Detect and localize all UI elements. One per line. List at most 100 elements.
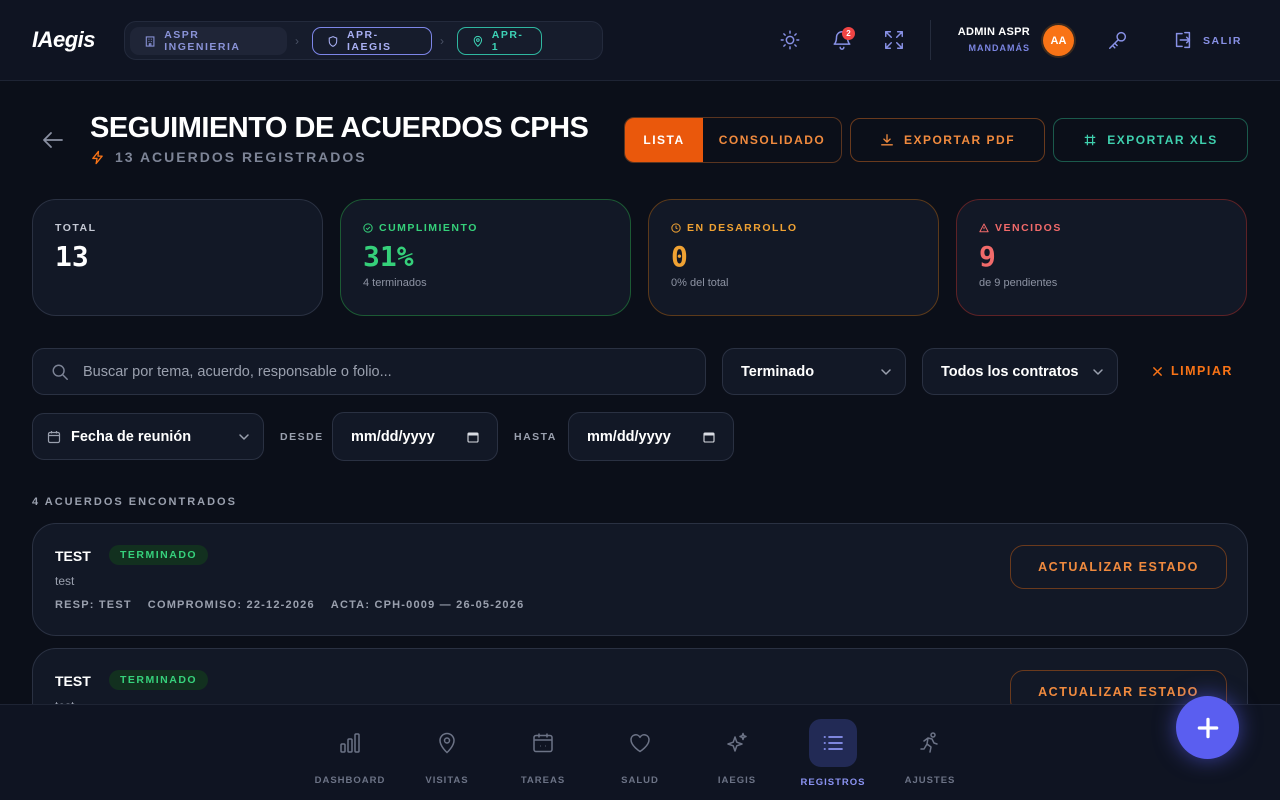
stat-vencidos-label: VENCIDOS xyxy=(995,222,1062,234)
search-icon xyxy=(52,364,68,380)
stat-cumplimiento-value: 31% xyxy=(363,240,414,273)
logout-button[interactable]: SALIR xyxy=(1203,35,1242,47)
chevron-down-icon xyxy=(239,433,249,440)
stat-card-desarrollo: EN DESARROLLO 0 0% del total xyxy=(648,199,939,316)
logout-icon-button[interactable] xyxy=(1172,29,1194,51)
contract-filter-select[interactable]: Todos los contratos xyxy=(922,348,1118,395)
top-bar: IAegis ASPR INGENIERIA › APR-IAEGIS › AP… xyxy=(0,0,1280,81)
breadcrumb-site-label: APR-1 xyxy=(491,29,524,53)
chevron-right-icon: › xyxy=(440,34,444,48)
heart-icon xyxy=(630,734,650,753)
contract-filter-value: Todos los contratos xyxy=(941,363,1079,380)
logout-icon xyxy=(1175,31,1191,49)
date-to-label: HASTA xyxy=(514,431,557,443)
app-logo[interactable]: IAegis xyxy=(32,27,96,53)
list-item: TEST TERMINADO test RESP: TEST COMPROMIS… xyxy=(32,523,1248,636)
item-minutes: ACTA: CPH-0009 — 26-05-2026 xyxy=(330,599,525,611)
status-filter-select[interactable]: Terminado xyxy=(722,348,906,395)
item-responsible: RESP: TEST xyxy=(55,599,132,611)
page-subtitle: 13 ACUERDOS REGISTRADOS xyxy=(90,149,367,165)
date-from-label: DESDE xyxy=(280,431,324,443)
stat-total-label: TOTAL xyxy=(55,222,97,234)
export-pdf-button[interactable]: EXPORTAR PDF xyxy=(850,118,1045,162)
nav-label-dashboard: DASHBOARD xyxy=(314,775,386,786)
breadcrumb-project[interactable]: APR-IAEGIS xyxy=(312,27,432,55)
search-input[interactable]: Buscar por tema, acuerdo, responsable o … xyxy=(32,348,706,395)
stat-cumplimiento-label: CUMPLIMIENTO xyxy=(379,222,478,234)
nav-label-tareas: TAREAS xyxy=(520,775,566,786)
calendar-icon xyxy=(703,431,715,443)
building-icon xyxy=(145,35,155,47)
date-field-value: Fecha de reunión xyxy=(71,428,192,445)
item-title: TEST xyxy=(55,673,91,689)
topbar-divider xyxy=(930,20,931,60)
plus-icon xyxy=(1197,717,1218,738)
close-icon xyxy=(1153,366,1162,376)
calendar-icon xyxy=(467,431,479,443)
breadcrumb-site[interactable]: APR-1 xyxy=(457,27,542,55)
nav-item-registros[interactable]: REGISTROS xyxy=(793,719,873,788)
breadcrumb: ASPR INGENIERIA › APR-IAEGIS › APR-1 xyxy=(124,21,603,60)
nav-item-visitas[interactable]: VISITAS xyxy=(407,719,487,786)
records-count: 13 ACUERDOS REGISTRADOS xyxy=(115,149,367,165)
nav-label-visitas: VISITAS xyxy=(425,775,469,786)
notification-count-badge: 2 xyxy=(842,27,855,40)
theme-toggle-button[interactable] xyxy=(779,29,801,51)
view-consolidated-button[interactable]: CONSOLIDADO xyxy=(703,118,841,162)
clear-filters-label: LIMPIAR xyxy=(1171,364,1233,378)
back-button[interactable] xyxy=(41,128,65,152)
change-password-button[interactable] xyxy=(1107,29,1129,51)
item-commitment-date: COMPROMISO: 22-12-2026 xyxy=(147,599,315,611)
breadcrumb-project-label: APR-IAEGIS xyxy=(346,29,392,53)
download-icon xyxy=(881,134,893,146)
expand-icon xyxy=(885,31,903,49)
date-from-value: mm/dd/yyyy xyxy=(351,428,435,445)
breadcrumb-company[interactable]: ASPR INGENIERIA xyxy=(130,27,287,55)
stat-vencidos-hint: de 9 pendientes xyxy=(979,277,1058,289)
nav-item-salud[interactable]: SALUD xyxy=(600,719,680,786)
avatar[interactable]: AA xyxy=(1043,25,1074,56)
location-pin-icon xyxy=(439,732,455,754)
stat-cumplimiento-hint: 4 terminados xyxy=(363,277,427,289)
stat-card-total: TOTAL 13 xyxy=(32,199,323,316)
chevron-right-icon: › xyxy=(295,34,299,48)
date-to-input[interactable]: mm/dd/yyyy xyxy=(568,412,734,461)
stat-card-cumplimiento: CUMPLIMIENTO 31% 4 terminados xyxy=(340,199,631,316)
status-badge: TERMINADO xyxy=(109,545,209,565)
results-count: 4 ACUERDOS ENCONTRADOS xyxy=(32,496,237,508)
nav-item-ajustes[interactable]: AJUSTES xyxy=(890,719,970,786)
fullscreen-button[interactable] xyxy=(883,29,905,51)
date-field-select[interactable]: Fecha de reunión xyxy=(32,413,264,460)
add-record-button[interactable] xyxy=(1176,696,1239,759)
nav-label-iaegis: IAEGIS xyxy=(717,775,757,786)
status-badge: TERMINADO xyxy=(109,670,209,690)
list-icon xyxy=(823,736,843,750)
status-filter-value: Terminado xyxy=(741,363,815,380)
nav-item-tareas[interactable]: TAREAS xyxy=(503,719,583,786)
export-xls-button[interactable]: EXPORTAR XLS xyxy=(1053,118,1248,162)
export-xls-label: EXPORTAR XLS xyxy=(1107,133,1218,147)
date-from-input[interactable]: mm/dd/yyyy xyxy=(332,412,498,461)
stat-desarrollo-label: EN DESARROLLO xyxy=(687,222,798,234)
view-list-button[interactable]: LISTA xyxy=(625,118,703,162)
check-circle-icon xyxy=(363,223,373,233)
item-description: test xyxy=(55,574,75,588)
breadcrumb-company-label: ASPR INGENIERIA xyxy=(164,29,241,53)
clock-icon xyxy=(671,223,681,233)
chevron-down-icon xyxy=(1093,368,1103,375)
lightning-icon xyxy=(92,150,103,164)
stat-total-value: 13 xyxy=(55,240,89,273)
nav-item-iaegis[interactable]: IAEGIS xyxy=(697,719,777,786)
grid-icon xyxy=(1085,134,1096,146)
clear-filters-button[interactable]: LIMPIAR xyxy=(1152,364,1233,378)
stat-vencidos-value: 9 xyxy=(979,240,996,273)
update-status-button[interactable]: ACTUALIZAR ESTADO xyxy=(1010,545,1227,589)
bar-chart-icon xyxy=(340,733,360,753)
sparkles-icon xyxy=(727,732,747,752)
user-role: MANDAMÁS xyxy=(968,43,1030,53)
calendar-icon xyxy=(533,733,553,753)
stat-desarrollo-hint: 0% del total xyxy=(671,277,729,289)
nav-item-dashboard[interactable]: DASHBOARD xyxy=(310,719,390,786)
calendar-icon xyxy=(47,430,61,443)
nav-label-registros: REGISTROS xyxy=(800,777,866,788)
